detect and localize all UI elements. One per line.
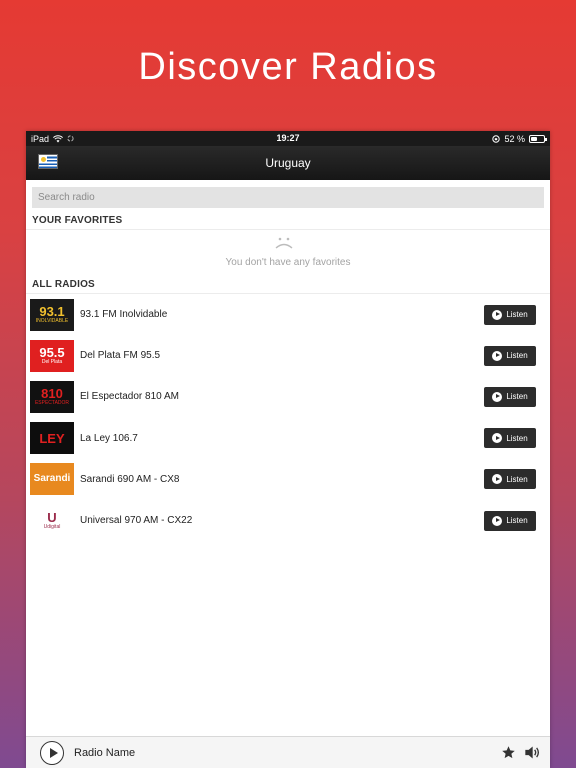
nav-title: Uruguay [265,156,311,170]
play-icon [492,515,503,526]
listen-label: Listen [506,351,528,361]
favorites-empty-state: You don't have any favorites [26,230,550,276]
radio-row[interactable]: U Udigital Universal 970 AM - CX22 Listen [26,500,550,541]
radio-row[interactable]: 93.1 INOLVIDABLE 93.1 FM Inolvidable Listen [26,294,550,335]
radio-logo: Sarandi [30,463,74,496]
uruguay-flag-icon[interactable] [38,154,58,169]
play-icon [492,391,503,402]
radio-logo-subtext: Del Plata [41,359,63,366]
device-screen: iPad 19:27 52 % Uruguay YO [26,131,550,768]
listen-button[interactable]: Listen [484,469,536,490]
listen-label: Listen [506,516,528,526]
radio-name: Universal 970 AM - CX22 [80,515,193,527]
radio-logo-text: 93.1 [39,304,65,320]
player-radio-name: Radio Name [74,746,136,759]
radio-row[interactable]: LEY La Ley 106.7 Listen [26,418,550,459]
radio-logo: 95.5 Del Plata [30,339,74,372]
battery-icon [529,134,547,143]
listen-label: Listen [506,433,528,443]
radio-logo-text: 810 [41,386,63,402]
play-icon [492,433,503,444]
listen-label: Listen [506,310,528,320]
player-play-button[interactable] [40,740,64,765]
play-icon [492,309,503,320]
listen-button[interactable]: Listen [484,510,536,531]
radio-logo-text: 95.5 [39,345,65,361]
radio-logo: 93.1 INOLVIDABLE [30,298,74,331]
radio-name: Sarandi 690 AM - CX8 [80,473,180,485]
battery-text: 52 % [504,133,525,144]
radio-row[interactable]: 810 ESPECTADOR El Espectador 810 AM Listen [26,376,550,417]
radio-logo-text: U [47,510,57,526]
radio-logo-subtext: INOLVIDABLE [35,318,69,325]
listen-button[interactable]: Listen [484,345,536,366]
hero-title: Discover Radios [138,46,438,88]
radio-logo-subtext: ESPECTADOR [34,400,70,407]
favorites-empty-text: You don't have any favorites [225,257,351,268]
play-icon [492,350,503,361]
orientation-lock-icon [492,134,501,143]
radio-logo-text: LEY [39,430,65,446]
radio-name: Del Plata FM 95.5 [80,350,161,362]
radio-name: El Espectador 810 AM [80,391,179,403]
nav-bar: Uruguay [26,146,550,180]
radio-logo-subtext: Udigital [43,524,61,531]
favorites-header: YOUR FAVORITES [26,212,550,230]
player-bar: Radio Name [26,736,550,768]
radio-logo: 810 ESPECTADOR [30,380,74,413]
search-bar [26,180,550,212]
radio-logo: U Udigital [30,504,74,537]
sad-face-icon [275,237,293,249]
star-icon[interactable] [501,745,516,760]
listen-label: Listen [506,474,528,484]
status-time: 19:27 [276,133,300,143]
radio-logo-text: Sarandi [33,473,71,485]
status-bar: iPad 19:27 52 % [26,131,550,146]
listen-button[interactable]: Listen [484,428,536,449]
listen-button[interactable]: Listen [484,304,536,325]
play-icon [492,474,503,485]
radio-row[interactable]: 95.5 Del Plata Del Plata FM 95.5 Listen [26,335,550,376]
all-radios-header: ALL RADIOS [26,276,550,294]
speaker-icon[interactable] [524,745,540,760]
radio-row[interactable]: Sarandi Sarandi 690 AM - CX8 Listen [26,459,550,500]
search-input[interactable] [32,187,544,208]
listen-label: Listen [506,392,528,402]
listen-button[interactable]: Listen [484,386,536,407]
radio-name: La Ley 106.7 [80,432,138,444]
radio-logo: LEY [30,422,74,455]
radio-list: 93.1 INOLVIDABLE 93.1 FM Inolvidable Listen… [26,294,550,541]
radio-name: 93.1 FM Inolvidable [80,309,168,321]
